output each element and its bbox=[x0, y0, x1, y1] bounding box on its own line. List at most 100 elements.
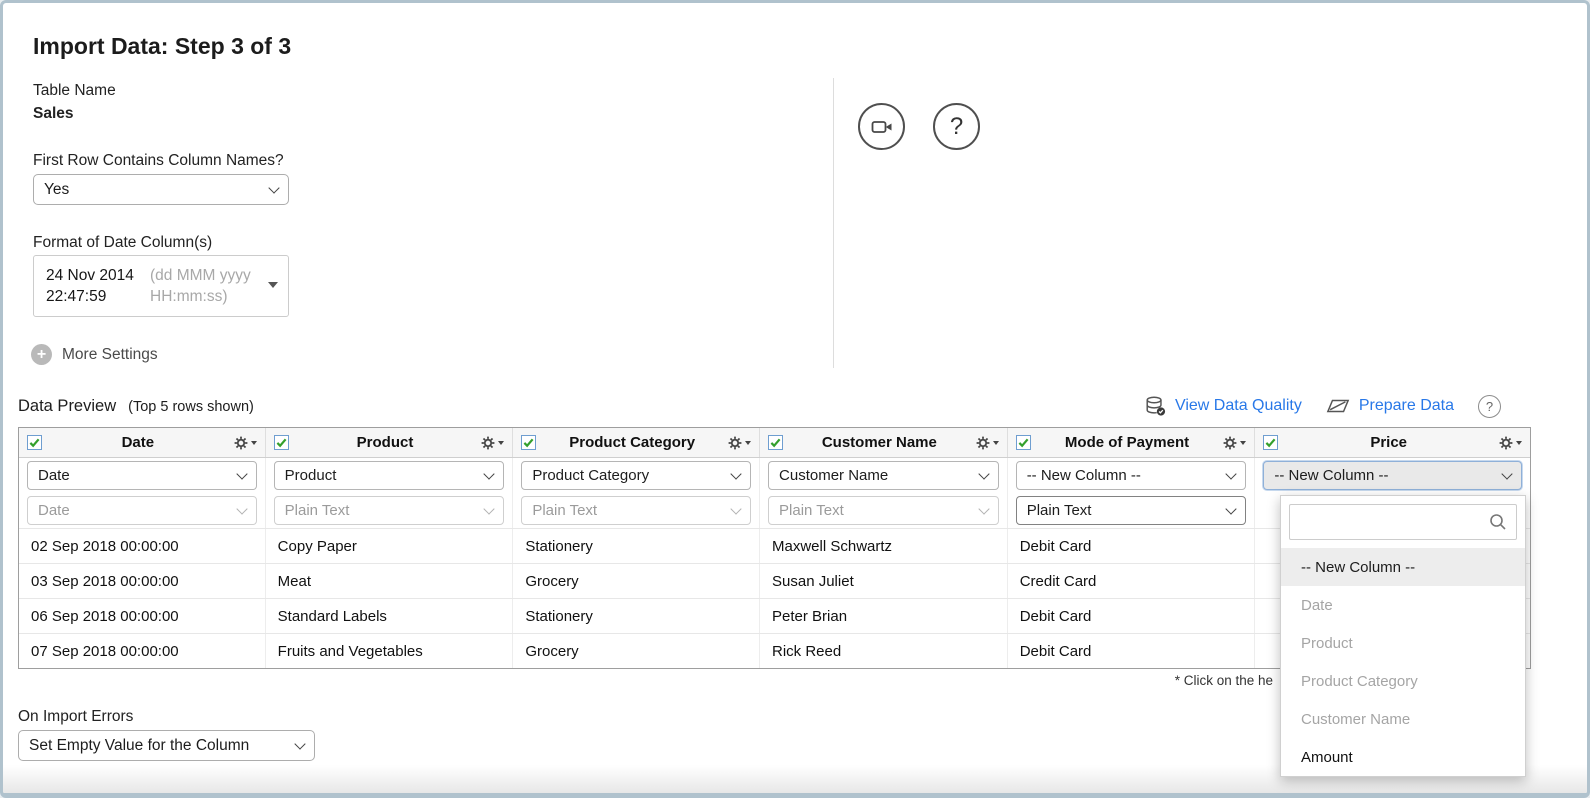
dropdown-option-amount[interactable]: Amount bbox=[1281, 738, 1525, 776]
view-data-quality-label: View Data Quality bbox=[1174, 397, 1302, 414]
prepare-data-link[interactable]: Prepare Data bbox=[1326, 395, 1454, 417]
gear-icon bbox=[234, 436, 248, 449]
cell: Debit Card bbox=[1008, 634, 1256, 668]
preview-help-button[interactable]: ? bbox=[1478, 394, 1501, 418]
first-row-select[interactable]: Yes bbox=[33, 174, 289, 205]
chevron-down-icon bbox=[730, 502, 742, 515]
column-header-customer-name[interactable]: Customer Name bbox=[760, 428, 1008, 457]
column-header-price[interactable]: Price bbox=[1255, 428, 1530, 457]
video-camera-icon bbox=[871, 120, 891, 133]
vertical-divider bbox=[833, 78, 834, 368]
cell: Stationery bbox=[513, 599, 761, 633]
column-header-mode-of-payment[interactable]: Mode of Payment bbox=[1008, 428, 1256, 457]
column-settings-button[interactable] bbox=[234, 436, 257, 450]
cell: Susan Juliet bbox=[760, 564, 1008, 598]
chevron-down-icon bbox=[483, 502, 496, 515]
check-icon bbox=[770, 438, 781, 448]
column-title: Price bbox=[1370, 434, 1408, 451]
view-data-quality-link[interactable]: View Data Quality bbox=[1144, 395, 1302, 417]
first-row-label: First Row Contains Column Names? bbox=[33, 152, 284, 169]
chevron-down-icon bbox=[236, 467, 248, 480]
cell: 03 Sep 2018 00:00:00 bbox=[19, 564, 266, 598]
dropdown-caret-icon bbox=[498, 440, 505, 445]
dropdown-option-product-category[interactable]: Product Category bbox=[1281, 662, 1525, 700]
type-select-customer-name[interactable]: Plain Text bbox=[768, 496, 999, 525]
column-title: Customer Name bbox=[821, 434, 937, 451]
type-select-product-category[interactable]: Plain Text bbox=[521, 496, 752, 525]
data-preview-title: Data Preview bbox=[18, 396, 117, 415]
dropdown-option-product[interactable]: Product bbox=[1281, 624, 1525, 662]
chevron-down-icon bbox=[978, 467, 990, 480]
video-help-button[interactable] bbox=[858, 103, 905, 150]
checkbox[interactable] bbox=[1263, 435, 1279, 450]
cell: Credit Card bbox=[1008, 564, 1256, 598]
column-mapping-row: Date Product Product Category Customer N… bbox=[19, 458, 1530, 493]
dropdown-option-new-column[interactable]: -- New Column -- bbox=[1281, 548, 1525, 586]
column-title: Product Category bbox=[569, 434, 696, 451]
date-format-select[interactable]: 24 Nov 2014 22:47:59 (dd MMM yyyy HH:mm:… bbox=[33, 255, 289, 317]
type-select-product[interactable]: Plain Text bbox=[273, 496, 505, 525]
mapping-select-product-category[interactable]: Product Category bbox=[521, 461, 752, 490]
column-title: Mode of Payment bbox=[1064, 434, 1190, 451]
dropdown-caret-icon bbox=[250, 440, 257, 445]
prepare-data-icon bbox=[1326, 399, 1350, 413]
mapping-select-product[interactable]: Product bbox=[273, 461, 505, 490]
dropdown-option-date[interactable]: Date bbox=[1281, 586, 1525, 624]
first-row-select-value: Yes bbox=[44, 180, 70, 198]
mapping-select-price[interactable]: -- New Column -- bbox=[1263, 461, 1522, 490]
chevron-down-icon bbox=[483, 467, 496, 480]
column-settings-button[interactable] bbox=[728, 436, 752, 450]
check-icon bbox=[276, 438, 287, 448]
column-title: Product bbox=[356, 434, 414, 451]
column-settings-button[interactable] bbox=[1499, 436, 1522, 450]
type-select-date[interactable]: Date bbox=[27, 496, 257, 525]
dropdown-search-input[interactable] bbox=[1290, 505, 1516, 539]
column-settings-button[interactable] bbox=[481, 436, 505, 450]
more-settings-button[interactable]: + More Settings bbox=[31, 344, 158, 365]
chevron-down-icon bbox=[236, 502, 248, 515]
dropdown-caret-icon bbox=[1240, 440, 1247, 445]
import-errors-select-value: Set Empty Value for the Column bbox=[29, 736, 250, 754]
import-errors-select[interactable]: Set Empty Value for the Column bbox=[18, 730, 315, 761]
checkbox[interactable] bbox=[521, 435, 537, 450]
gear-icon bbox=[1499, 436, 1513, 449]
column-header-date[interactable]: Date bbox=[19, 428, 266, 457]
new-column-dropdown-panel: -- New Column -- Date Product Product Ca… bbox=[1280, 495, 1526, 777]
cell: Copy Paper bbox=[266, 529, 514, 563]
dropdown-option-customer-name[interactable]: Customer Name bbox=[1281, 700, 1525, 738]
type-select-mode-of-payment[interactable]: Plain Text bbox=[1015, 496, 1247, 525]
check-icon bbox=[1018, 438, 1029, 448]
column-header-product[interactable]: Product bbox=[266, 428, 514, 457]
date-format-pattern: (dd MMM yyyy HH:mm:ss) bbox=[150, 267, 251, 305]
checkbox[interactable] bbox=[27, 435, 42, 450]
mapping-select-date[interactable]: Date bbox=[27, 461, 257, 490]
help-button[interactable]: ? bbox=[933, 103, 980, 150]
dropdown-caret-icon bbox=[268, 282, 278, 288]
checkbox[interactable] bbox=[1015, 435, 1031, 450]
chevron-down-icon bbox=[978, 502, 990, 515]
cell: Standard Labels bbox=[266, 599, 514, 633]
checkbox[interactable] bbox=[273, 435, 289, 450]
dropdown-caret-icon bbox=[1516, 440, 1522, 445]
cell: Grocery bbox=[513, 564, 761, 598]
more-settings-label: More Settings bbox=[62, 345, 158, 363]
check-icon bbox=[29, 438, 40, 448]
cell: Maxwell Schwartz bbox=[760, 529, 1008, 563]
cell: 06 Sep 2018 00:00:00 bbox=[19, 599, 266, 633]
cell: Grocery bbox=[513, 634, 761, 668]
mapping-select-customer-name[interactable]: Customer Name bbox=[768, 461, 999, 490]
table-header-row: Date Product Product Category Customer N… bbox=[19, 428, 1530, 458]
column-header-product-category[interactable]: Product Category bbox=[513, 428, 761, 457]
table-footnote: * Click on the he bbox=[1174, 673, 1273, 688]
checkbox[interactable] bbox=[768, 435, 784, 450]
date-format-label: Format of Date Column(s) bbox=[33, 234, 213, 251]
check-icon bbox=[1265, 438, 1276, 448]
prepare-data-label: Prepare Data bbox=[1358, 397, 1454, 414]
plus-icon: + bbox=[31, 344, 52, 365]
chevron-down-icon bbox=[268, 181, 280, 194]
mapping-select-mode-of-payment[interactable]: -- New Column -- bbox=[1015, 461, 1247, 490]
gear-icon bbox=[1223, 436, 1237, 449]
column-settings-button[interactable] bbox=[1223, 436, 1247, 450]
column-settings-button[interactable] bbox=[976, 436, 999, 450]
gear-icon bbox=[481, 436, 495, 449]
